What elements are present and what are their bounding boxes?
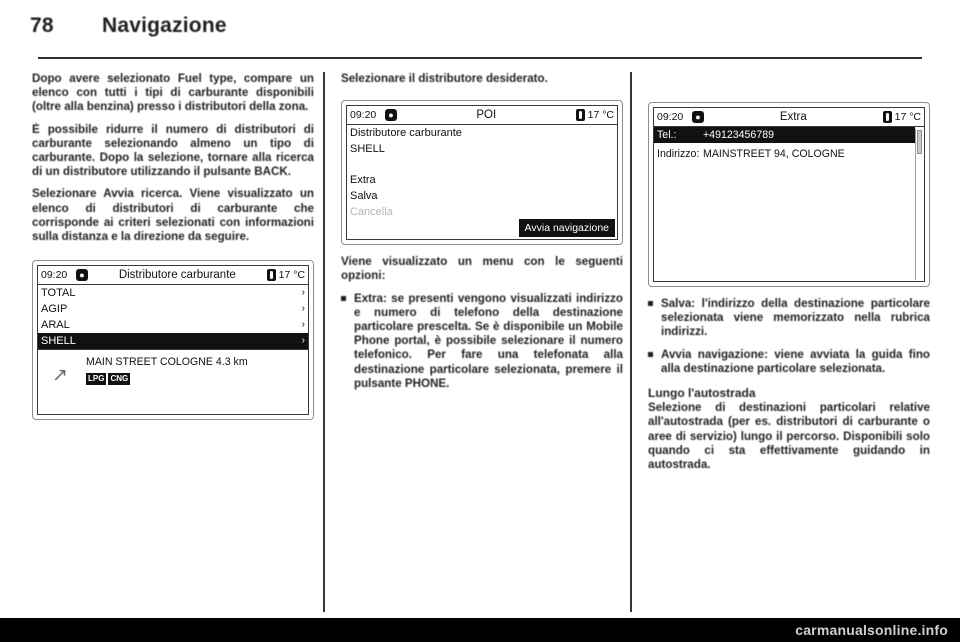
col3-bullet-save: Salva: l'indirizzo della destinazione pa… xyxy=(648,297,930,340)
start-navigation-button[interactable]: Avvia navigazione xyxy=(518,219,615,238)
col1-paragraph-2: È possibile ridurre il numero di distrib… xyxy=(32,122,314,179)
disc-icon: ● xyxy=(385,109,397,122)
poi-detail-panel: ↗ MAIN STREET COLOGNE 4.3 km LPG CNG xyxy=(38,350,308,394)
list-item[interactable]: TOTAL › xyxy=(38,285,308,301)
list-item-label: Distributore carburante xyxy=(350,127,462,140)
clock-label: 09:20 xyxy=(657,110,684,123)
page-number: 78 xyxy=(30,14,54,37)
bullet-square-icon xyxy=(648,351,653,357)
column-three: 09:20 ● Extra 17 °C Tel.: +49123456789 I… xyxy=(648,72,930,480)
site-watermark: carmanualsonline.info xyxy=(795,622,948,638)
list-item-selected[interactable]: SHELL › xyxy=(38,333,308,350)
list-item-label: TOTAL xyxy=(41,287,76,300)
chevron-right-icon: › xyxy=(301,287,305,299)
infotainment-screenshot-extra: 09:20 ● Extra 17 °C Tel.: +49123456789 I… xyxy=(648,102,930,287)
temperature-label: 17 °C xyxy=(894,110,921,123)
extra-row-phone[interactable]: Tel.: +49123456789 xyxy=(654,127,915,144)
column-divider-2 xyxy=(630,72,632,612)
col3-paragraph-1: Selezione di destinazioni particolari re… xyxy=(648,401,930,472)
list-item-label: AGIP xyxy=(41,303,68,316)
col1-paragraph-1: Dopo avere selezionato Fuel type, compar… xyxy=(32,72,314,114)
list-item[interactable]: ARAL › xyxy=(38,317,308,333)
screen-title: POI xyxy=(476,109,497,122)
col2-intro: Selezionare il distributore desiderato. xyxy=(341,72,548,85)
page-title: Navigazione xyxy=(102,14,227,37)
extra-row-address[interactable]: Indirizzo: MAINSTREET 94, COLOGNE xyxy=(654,146,915,162)
col1-paragraph-3: Selezionare Avvia ricerca. Viene visuali… xyxy=(32,187,314,244)
menu-item-save[interactable]: Salva xyxy=(347,188,617,204)
column-divider-1 xyxy=(323,72,325,612)
col2-bullet-extra: Extra: se presenti vengono visualizzati … xyxy=(341,292,623,391)
extra-value-address: MAINSTREET 94, COLOGNE xyxy=(703,148,845,161)
direction-arrow-icon: ↗ xyxy=(52,365,68,387)
col2-bullet-extra-text: Extra: se presenti vengono visualizzati … xyxy=(354,291,623,390)
list-item: Distributore carburante xyxy=(347,125,617,141)
fuel-tag-cng: CNG xyxy=(108,373,131,386)
fuel-tag-lpg: LPG xyxy=(86,373,107,386)
col2-after-text: Viene visualizzato un menu con le seguen… xyxy=(341,255,623,283)
status-bar: 09:20 ● Distributore carburante 17 °C xyxy=(38,266,308,286)
disc-icon: ● xyxy=(692,111,704,123)
screen-title: Distributore carburante xyxy=(118,269,236,282)
col3-heading: Lungo l'autostrada xyxy=(648,386,756,401)
list-item-label: ARAL xyxy=(41,319,70,332)
thermometer-icon xyxy=(575,109,585,122)
extra-value-phone: +49123456789 xyxy=(703,129,774,141)
list-item-label: Cancella xyxy=(350,206,393,219)
column-two: Selezionare il distributore desiderato. … xyxy=(341,72,623,399)
temperature-label: 17 °C xyxy=(587,109,614,122)
poi-address-label: MAIN STREET COLOGNE 4.3 km xyxy=(86,356,248,369)
list-item: SHELL xyxy=(347,141,617,157)
screen-frame: 09:20 ● Distributore carburante 17 °C TO… xyxy=(37,265,309,416)
clock-label: 09:20 xyxy=(41,269,68,282)
extra-key-phone: Tel.: xyxy=(657,129,677,141)
disc-icon: ● xyxy=(76,269,88,282)
list-item-label: SHELL xyxy=(350,143,385,156)
bullet-square-icon xyxy=(341,295,346,301)
infotainment-screenshot-poi-menu: 09:20 ● POI 17 °C Distributore carburant… xyxy=(341,100,623,246)
col3-bullet-start-nav-text: Avvia navigazione: viene avviata la guid… xyxy=(661,347,930,375)
list-item-label: SHELL xyxy=(41,335,76,348)
infotainment-screenshot-fuel-list: 09:20 ● Distributore carburante 17 °C TO… xyxy=(32,260,314,421)
col3-bullet-start-nav: Avvia navigazione: viene avviata la guid… xyxy=(648,348,930,376)
scrollbar[interactable] xyxy=(915,129,923,280)
manual-page: 78 Navigazione Dopo avere selezionato Fue… xyxy=(0,0,960,642)
header-divider xyxy=(38,57,922,59)
fuel-tag-group: LPG CNG xyxy=(86,373,131,386)
menu-item-delete[interactable]: Cancella xyxy=(347,204,617,220)
menu-item-extra[interactable]: Extra xyxy=(347,172,617,188)
list-item[interactable]: AGIP › xyxy=(38,301,308,317)
bullet-square-icon xyxy=(648,301,653,306)
screen-title: Extra xyxy=(779,110,807,123)
status-bar: 09:20 ● POI 17 °C xyxy=(347,106,617,126)
extra-key-address: Indirizzo: xyxy=(657,148,700,161)
chevron-right-icon: › xyxy=(301,319,305,331)
thermometer-icon xyxy=(882,111,892,123)
screen-frame: 09:20 ● Extra 17 °C Tel.: +49123456789 I… xyxy=(653,107,925,282)
chevron-right-icon: › xyxy=(301,303,305,315)
list-item-label: Extra xyxy=(350,174,376,187)
chevron-right-icon: › xyxy=(301,335,305,347)
status-bar: 09:20 ● Extra 17 °C xyxy=(654,108,924,127)
scrollbar-thumb[interactable] xyxy=(917,130,922,154)
column-one: Dopo avere selezionato Fuel type, compar… xyxy=(32,72,314,430)
col3-bullet-save-text: Salva: l'indirizzo della destinazione pa… xyxy=(661,297,930,339)
clock-label: 09:20 xyxy=(350,109,377,122)
list-item-label: Salva xyxy=(350,190,378,203)
page-header: 78 Navigazione xyxy=(30,14,930,48)
screen-frame: 09:20 ● POI 17 °C Distributore carburant… xyxy=(346,105,618,241)
temperature-label: 17 °C xyxy=(278,269,305,282)
thermometer-icon xyxy=(266,269,276,282)
